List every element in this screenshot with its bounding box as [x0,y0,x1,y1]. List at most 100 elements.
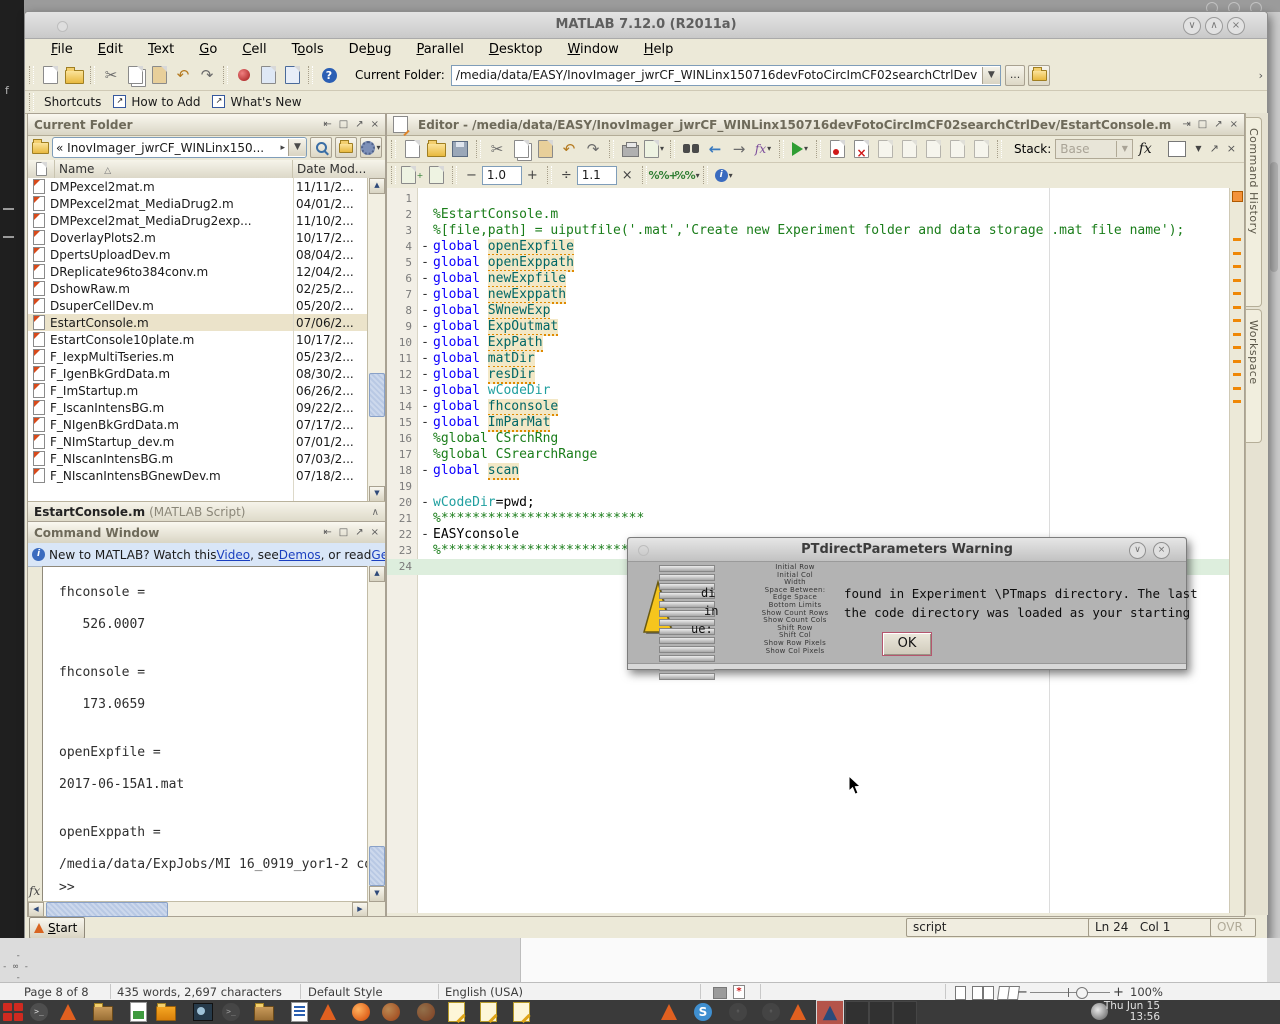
decrease-icon[interactable]: − [466,168,477,183]
code-line[interactable]: 4-global openExpfile [387,239,1230,255]
search-button[interactable] [310,137,332,158]
file-row[interactable]: DReplicate96to384conv.m12/04/2... [28,263,368,280]
annotation-gutter[interactable] [1229,188,1244,913]
go-back-icon[interactable]: ← [703,138,727,160]
file-list-scrollbar[interactable]: ▲ ▼ [367,178,385,502]
date-column-header[interactable]: Date Mod... [292,160,385,178]
find-functions-icon[interactable]: fx▾ [751,138,775,160]
matlab-taskbar-icon[interactable] [658,1001,680,1023]
file-row[interactable]: DpertsUploadDev.m08/04/2... [28,246,368,263]
current-folder-path[interactable]: /media/data/EASY/InovImager_jwrCF_WINLin… [452,68,982,82]
code-line[interactable]: 8-global SWnewExp [387,303,1230,319]
shortcut-whats-new[interactable]: What's New [230,95,301,109]
console-output[interactable]: fhconsole = 526.0007 fhconsole = 173.065… [42,566,368,902]
scroll-up-icon[interactable]: ▲ [369,566,385,582]
increase-icon[interactable]: + [527,168,538,183]
page-count[interactable]: Page 8 of 8 [24,985,89,999]
run-icon[interactable]: ▾ [788,138,812,160]
scrollbar-thumb[interactable] [369,846,385,886]
insert-mode-icon[interactable] [713,987,727,999]
up-folder-button[interactable] [1028,65,1050,86]
mlint-indicator-icon[interactable] [1232,191,1243,202]
dialog-close-icon[interactable]: × [1153,542,1170,559]
undock-icon[interactable]: ↗ [1210,142,1219,155]
file-row[interactable]: F_IscanIntensBG.m09/22/2... [28,399,368,416]
toolbar-grip[interactable] [29,66,34,84]
document-modified-icon[interactable]: * [733,985,745,999]
demos-link[interactable]: Demos [279,548,321,562]
guide-icon[interactable] [256,64,280,86]
mlint-tick[interactable] [1233,387,1241,390]
mlint-tick[interactable] [1233,306,1241,309]
menu-debug[interactable]: Debug [349,42,392,57]
tab-command-history[interactable]: Command History [1246,117,1262,307]
next-cell-icon[interactable] [424,164,448,186]
code-line[interactable]: 21%************************** [387,511,1230,527]
empty-slot[interactable] [845,1001,869,1024]
matlab-taskbar-icon[interactable] [787,1001,809,1023]
step-in-icon[interactable] [897,138,921,160]
mlint-tick[interactable] [1233,373,1241,376]
shortcut-how-to-add[interactable]: How to Add [131,95,200,109]
undock-icon[interactable]: ↗ [355,527,363,538]
scroll-down-icon[interactable]: ▼ [369,486,385,502]
go-forward-icon[interactable]: → [727,138,751,160]
tab-workspace[interactable]: Workspace [1246,309,1262,443]
file-row[interactable]: DMPexcel2mat_MediaDrug2exp...11/10/2... [28,212,368,229]
zoom-in-icon[interactable]: + [1113,985,1124,1000]
zoom-level[interactable]: 100% [1130,985,1163,999]
cut-icon[interactable]: ✂ [99,64,123,86]
code-line[interactable]: 3%[file,path] = uiputfile('.mat','Create… [387,223,1230,239]
writer-icon[interactable] [288,1001,310,1023]
menu-parallel[interactable]: Parallel [416,42,463,57]
zoom-slider-knob[interactable] [1076,987,1088,999]
file-row[interactable]: F_ImStartup.m06/26/2... [28,382,368,399]
undo-icon[interactable]: ↶ [171,64,195,86]
open-file-icon[interactable] [424,138,448,160]
help-icon[interactable]: ? [317,64,341,86]
dialog-titlebar[interactable]: PTdirectParameters Warning ∨ × [628,538,1186,562]
code-line[interactable]: 5-global openExppath [387,255,1230,271]
text-editor-icon[interactable] [477,1001,499,1023]
menu-desktop[interactable]: Desktop [489,42,543,57]
current-folder-combo[interactable]: /media/data/EASY/InovImager_jwrCF_WINLin… [451,65,1001,86]
calc-icon[interactable] [127,1001,149,1023]
code-line[interactable]: 9-global ExpOutmat [387,319,1230,335]
mlint-tick[interactable] [1233,265,1241,268]
mlint-tick[interactable] [1233,333,1241,336]
copy-icon[interactable] [123,64,147,86]
close-panel-icon[interactable]: × [1230,119,1238,130]
matlab-titlebar[interactable]: MATLAB 7.12.0 (R2011a) ∨ ∧ × [25,12,1267,39]
menu-edit[interactable]: Edit [98,42,123,57]
close-button[interactable]: × [1227,17,1245,35]
copy-icon[interactable] [509,138,533,160]
continue-icon[interactable] [945,138,969,160]
code-line[interactable]: 19 [387,479,1230,495]
file-row[interactable]: EstartConsole10plate.m10/17/2... [28,331,368,348]
file-row[interactable]: DshowRaw.m02/25/2... [28,280,368,297]
code-line[interactable]: 6-global newExpfile [387,271,1230,287]
menu-file[interactable]: File [51,42,73,57]
insert-cell-icon[interactable]: + [400,164,424,186]
file-manager-icon[interactable] [92,1001,114,1023]
file-row[interactable]: DoverlayPlots2.m10/17/2... [28,229,368,246]
multi-page-view-icon[interactable] [972,986,983,1000]
mlint-tick[interactable] [1233,238,1241,241]
actions-button[interactable]: ▾ [360,137,382,158]
browse-folder-button[interactable]: ... [1005,65,1026,86]
new-script-icon[interactable] [38,64,62,86]
app-launcher-icon[interactable] [2,1001,24,1023]
split-screen-button[interactable] [1168,141,1186,157]
firefox-icon[interactable] [350,1001,372,1023]
print-icon[interactable] [618,138,642,160]
menu-help[interactable]: Help [644,42,674,57]
toolbar-grip[interactable] [391,140,396,158]
code-line[interactable]: 15-global ImParMat [387,415,1230,431]
open-file-icon[interactable] [62,64,86,86]
console-hscrollbar[interactable]: ◀ ▶ [28,901,368,916]
code-line[interactable]: 20-wCodeDir=pwd; [387,495,1230,511]
paragraph-style[interactable]: Default Style [308,985,383,999]
toolbar-grip[interactable] [29,93,34,111]
multiply-icon[interactable]: × [622,168,633,183]
undock-icon[interactable]: ↗ [1214,119,1222,130]
